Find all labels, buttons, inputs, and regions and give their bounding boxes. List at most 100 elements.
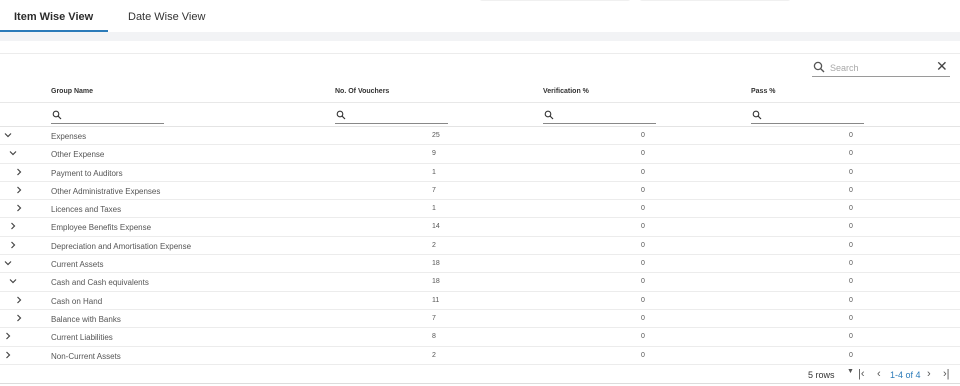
top-ghost-control: [480, 0, 630, 1]
verification-cell: 0: [641, 314, 645, 322]
table-row[interactable]: Current Liabilities 8 0 0: [0, 328, 960, 347]
rows-per-page-select[interactable]: 5 rows: [808, 370, 835, 380]
table-row[interactable]: Non-Current Assets 2 0 0: [0, 347, 960, 365]
tab-date-wise-view[interactable]: Date Wise View: [128, 11, 205, 23]
search-icon: [752, 110, 762, 120]
pass-cell: 0: [849, 168, 853, 176]
column-header-group-name[interactable]: Group Name: [51, 88, 93, 95]
close-icon[interactable]: ✕: [936, 59, 948, 73]
search-icon: [336, 110, 346, 120]
verification-cell: 0: [641, 296, 645, 304]
pass-cell: 0: [849, 351, 853, 359]
chevron-right-icon[interactable]: [3, 350, 13, 360]
pass-cell: 0: [849, 314, 853, 322]
column-header-pass[interactable]: Pass %: [751, 88, 776, 95]
dropdown-caret-icon[interactable]: ▼: [847, 368, 854, 375]
vouchers-cell: 2: [432, 241, 436, 249]
pass-cell: 0: [849, 150, 853, 158]
verification-cell: 0: [641, 260, 645, 268]
verification-cell: 0: [641, 205, 645, 213]
pass-cell: 0: [849, 296, 853, 304]
table-row[interactable]: Licences and Taxes 1 0 0: [0, 200, 960, 219]
column-header-row: Group Name No. Of Vouchers Verification …: [0, 81, 960, 103]
previous-page-icon[interactable]: ‹: [877, 368, 881, 380]
chevron-right-icon[interactable]: [14, 295, 24, 305]
group-name-cell: Payment to Auditors: [51, 168, 123, 178]
chevron-right-icon[interactable]: [8, 240, 18, 250]
filter-input-group-name[interactable]: [65, 109, 156, 121]
group-name-cell: Current Assets: [51, 260, 104, 270]
tab-strip-divider: [0, 32, 960, 41]
table-row[interactable]: Current Assets 18 0 0: [0, 255, 960, 274]
filter-input-pass[interactable]: [765, 109, 856, 121]
group-name-cell: Other Administrative Expenses: [51, 186, 161, 196]
search-icon: [52, 110, 62, 120]
group-name-cell: Licences and Taxes: [51, 205, 122, 215]
chevron-right-icon[interactable]: [14, 313, 24, 323]
last-page-icon[interactable]: ›|: [943, 368, 950, 380]
grid-search: ✕: [812, 59, 950, 77]
group-name-cell: Expenses: [51, 132, 87, 141]
tree-rows: Expenses 25 0 0 Other Expense 9 0 0 Payment to A…: [0, 127, 960, 365]
chevron-right-icon[interactable]: [14, 167, 24, 177]
chevron-down-icon[interactable]: [3, 130, 13, 140]
vouchers-cell: 14: [432, 223, 440, 231]
pass-cell: 0: [849, 241, 853, 249]
verification-cell: 0: [641, 351, 645, 359]
filter-input-verification[interactable]: [557, 109, 648, 121]
vouchers-cell: 7: [432, 314, 436, 322]
table-row[interactable]: Cash and Cash equivalents 18 0 0: [0, 273, 960, 292]
table-row[interactable]: Other Administrative Expenses 7 0 0: [0, 182, 960, 201]
tab-item-wise-view[interactable]: Item Wise View: [14, 11, 93, 23]
vouchers-cell: 11: [432, 296, 440, 304]
filter-input-no-of-vouchers[interactable]: [349, 109, 440, 121]
pass-cell: 0: [849, 278, 853, 286]
filter-group-name[interactable]: [51, 108, 164, 124]
table-row[interactable]: Cash on Hand 11 0 0: [0, 292, 960, 310]
view-tabs: Item Wise View Date Wise View: [0, 0, 960, 33]
column-header-no-of-vouchers[interactable]: No. Of Vouchers: [335, 88, 389, 95]
search-input[interactable]: [830, 61, 926, 74]
next-page-icon[interactable]: ›: [927, 368, 931, 380]
vouchers-cell: 18: [432, 260, 440, 268]
column-header-verification[interactable]: Verification %: [543, 88, 589, 95]
table-row[interactable]: Payment to Auditors 1 0 0: [0, 164, 960, 182]
vouchers-cell: 1: [432, 168, 436, 176]
chevron-down-icon[interactable]: [3, 258, 13, 268]
table-row[interactable]: Balance with Banks 7 0 0: [0, 310, 960, 329]
chevron-down-icon[interactable]: [8, 148, 18, 158]
group-name-cell: Current Liabilities: [51, 333, 113, 343]
group-name-cell: Employee Benefits Expense: [51, 223, 152, 233]
data-grid: ✕ Group Name No. Of Vouchers Verificatio…: [0, 53, 960, 384]
filter-row: [0, 103, 960, 127]
chevron-right-icon[interactable]: [8, 221, 18, 231]
table-row[interactable]: Depreciation and Amortisation Expense 2 0 0: [0, 237, 960, 256]
filter-pass[interactable]: [751, 108, 864, 124]
first-page-icon[interactable]: |‹: [858, 368, 865, 380]
filter-no-of-vouchers[interactable]: [335, 108, 448, 124]
vouchers-cell: 7: [432, 186, 436, 194]
filter-verification[interactable]: [543, 108, 656, 124]
search-icon: [813, 61, 825, 73]
pass-cell: 0: [849, 333, 853, 341]
top-ghost-control: [640, 0, 790, 1]
chevron-right-icon[interactable]: [3, 331, 13, 341]
verification-cell: 0: [641, 223, 645, 231]
chevron-right-icon[interactable]: [14, 185, 24, 195]
group-name-cell: Non-Current Assets: [51, 351, 121, 361]
vouchers-cell: 25: [432, 132, 440, 139]
search-icon: [544, 110, 554, 120]
vouchers-cell: 8: [432, 333, 436, 341]
group-name-cell: Other Expense: [51, 150, 105, 160]
group-name-cell: Depreciation and Amortisation Expense: [51, 241, 192, 251]
table-row[interactable]: Expenses 25 0 0: [0, 127, 960, 146]
page-range: 1-4 of 4: [890, 370, 921, 380]
verification-cell: 0: [641, 241, 645, 249]
chevron-right-icon[interactable]: [14, 203, 24, 213]
table-row[interactable]: Other Expense 9 0 0: [0, 145, 960, 164]
table-row[interactable]: Employee Benefits Expense 14 0 0: [0, 218, 960, 237]
chevron-down-icon[interactable]: [8, 276, 18, 286]
pass-cell: 0: [849, 132, 853, 139]
vouchers-cell: 1: [432, 205, 436, 213]
pagination-bar: 5 rows ▼ |‹ ‹ 1-4 of 4 › ›|: [0, 365, 960, 384]
